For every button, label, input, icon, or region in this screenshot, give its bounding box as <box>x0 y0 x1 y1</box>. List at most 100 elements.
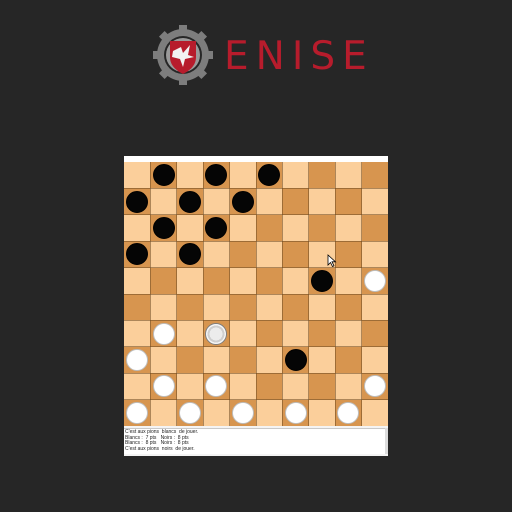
board-square[interactable] <box>203 294 230 321</box>
board-square[interactable] <box>124 162 151 189</box>
board-square[interactable] <box>229 346 256 374</box>
board-square[interactable] <box>124 320 151 347</box>
black-piece[interactable] <box>126 190 149 213</box>
screen: ENISE C'est aux pions blancs de jouer. Bl… <box>0 0 512 512</box>
board-square[interactable] <box>150 399 177 426</box>
board-square[interactable] <box>229 214 256 242</box>
black-piece[interactable] <box>231 190 254 213</box>
board-square[interactable] <box>308 162 336 189</box>
white-piece[interactable] <box>152 322 175 345</box>
board-square[interactable] <box>335 241 362 268</box>
board-square[interactable] <box>361 241 388 268</box>
board-square[interactable] <box>308 373 336 400</box>
log-scrollbar[interactable] <box>385 428 388 454</box>
board-square[interactable] <box>150 188 177 215</box>
board-square[interactable] <box>282 373 309 400</box>
board-square[interactable] <box>203 267 230 294</box>
board-square[interactable] <box>361 188 388 215</box>
board-square[interactable] <box>335 188 362 215</box>
grid-line <box>124 372 388 374</box>
board-square[interactable] <box>361 346 388 374</box>
mouse-cursor-icon <box>327 254 337 267</box>
board-square[interactable] <box>335 267 362 294</box>
board-square[interactable] <box>308 294 336 321</box>
board-square[interactable] <box>282 214 309 242</box>
board-square[interactable] <box>124 373 151 400</box>
board-square[interactable] <box>203 241 230 268</box>
board-square[interactable] <box>256 373 283 400</box>
board-square[interactable] <box>229 162 256 189</box>
board-square[interactable] <box>150 267 177 294</box>
board-square[interactable] <box>256 241 283 268</box>
board-square[interactable] <box>229 373 256 400</box>
board-square[interactable] <box>335 162 362 189</box>
board-square[interactable] <box>176 214 204 242</box>
board-square[interactable] <box>124 214 151 242</box>
board-square[interactable] <box>150 346 177 374</box>
board-square[interactable] <box>229 320 256 347</box>
board-square[interactable] <box>124 294 151 321</box>
board-square[interactable] <box>176 267 204 294</box>
board-square[interactable] <box>335 294 362 321</box>
board-square[interactable] <box>335 346 362 374</box>
board-square[interactable] <box>361 294 388 321</box>
board-square[interactable] <box>335 373 362 400</box>
board-square[interactable] <box>176 346 204 374</box>
white-piece[interactable] <box>152 375 175 398</box>
white-piece[interactable] <box>363 269 386 292</box>
board-square[interactable] <box>150 241 177 268</box>
board-square[interactable] <box>256 346 283 374</box>
board-square[interactable] <box>256 399 283 426</box>
board-square[interactable] <box>282 267 309 294</box>
board-square[interactable] <box>229 241 256 268</box>
board-square[interactable] <box>176 320 204 347</box>
board-square[interactable] <box>361 320 388 347</box>
white-piece[interactable] <box>179 401 201 424</box>
board-square[interactable] <box>308 214 336 242</box>
log-line: C'est aux pions noirs de jouer. <box>125 445 195 452</box>
board-square[interactable] <box>308 320 336 347</box>
selected-white-piece[interactable] <box>205 322 228 345</box>
board-square[interactable] <box>282 320 309 347</box>
board-square[interactable] <box>176 373 204 400</box>
board-square[interactable] <box>361 214 388 242</box>
white-piece[interactable] <box>126 401 149 424</box>
checkers-board[interactable] <box>124 162 388 426</box>
board-square[interactable] <box>308 346 336 374</box>
board-square[interactable] <box>203 346 230 374</box>
grid-line <box>124 293 388 295</box>
board-square[interactable] <box>176 162 204 189</box>
black-piece[interactable] <box>152 164 175 187</box>
board-square[interactable] <box>361 162 388 189</box>
white-piece[interactable] <box>284 401 307 424</box>
logo-text: ENISE <box>224 34 374 79</box>
board-square[interactable] <box>308 188 336 215</box>
board-square[interactable] <box>335 214 362 242</box>
black-piece[interactable] <box>311 269 333 292</box>
board-square[interactable] <box>361 399 388 426</box>
board-square[interactable] <box>282 241 309 268</box>
board-square[interactable] <box>176 294 204 321</box>
board-square[interactable] <box>203 188 230 215</box>
white-piece[interactable] <box>231 401 254 424</box>
black-piece[interactable] <box>284 349 307 371</box>
board-square[interactable] <box>150 294 177 321</box>
board-square[interactable] <box>256 188 283 215</box>
board-square[interactable] <box>282 162 309 189</box>
board-square[interactable] <box>282 294 309 321</box>
board-square[interactable] <box>203 399 230 426</box>
board-square[interactable] <box>229 267 256 294</box>
board-square[interactable] <box>229 294 256 321</box>
grid-line <box>361 162 363 426</box>
black-piece[interactable] <box>179 190 201 213</box>
board-square[interactable] <box>256 214 283 242</box>
board-square[interactable] <box>256 320 283 347</box>
black-piece[interactable] <box>152 217 175 239</box>
board-square[interactable] <box>256 294 283 321</box>
board-square[interactable] <box>256 267 283 294</box>
board-square[interactable] <box>335 320 362 347</box>
grid-line <box>308 162 310 426</box>
board-square[interactable] <box>282 188 309 215</box>
board-square[interactable] <box>124 267 151 294</box>
board-square[interactable] <box>308 399 336 426</box>
